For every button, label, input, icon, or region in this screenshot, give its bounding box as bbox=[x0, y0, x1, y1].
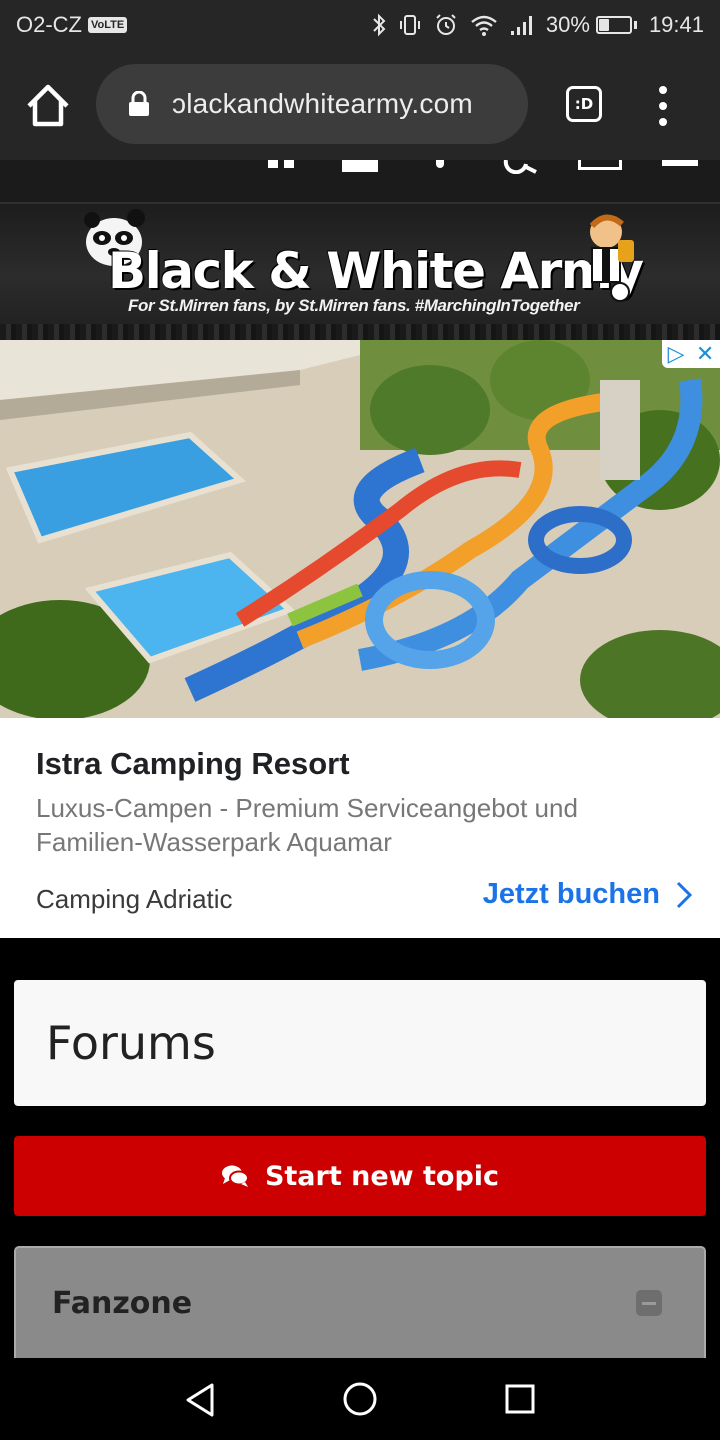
banner-title: Black & White Army bbox=[108, 242, 644, 300]
battery-icon bbox=[595, 16, 632, 34]
advertisement[interactable]: ▷ ✕ Istra Camping Resort Luxus-Campen - P… bbox=[0, 340, 720, 938]
messages-icon[interactable] bbox=[578, 160, 622, 170]
ad-title[interactable]: Istra Camping Resort bbox=[36, 746, 350, 782]
grid-icon[interactable] bbox=[268, 160, 294, 168]
page-title: Forums bbox=[46, 1016, 216, 1070]
ad-cta-button[interactable]: Jetzt buchen bbox=[483, 878, 692, 911]
ad-choices-icon[interactable]: ▷ ✕ bbox=[662, 340, 720, 368]
crowd-strip bbox=[0, 324, 720, 340]
calendar-icon[interactable] bbox=[342, 160, 378, 172]
category-title: Fanzone bbox=[52, 1286, 193, 1321]
ad-waterpark-image[interactable]: ▷ ✕ bbox=[0, 340, 720, 718]
wifi-icon bbox=[471, 15, 497, 36]
menu-icon[interactable] bbox=[650, 86, 676, 126]
carrier-label: O2-CZ bbox=[16, 12, 82, 37]
battery-indicator: 30% bbox=[546, 12, 637, 38]
start-new-topic-button[interactable]: Start new topic bbox=[14, 1136, 706, 1216]
vibrate-icon bbox=[399, 15, 420, 35]
clock: 19:41 bbox=[648, 12, 704, 37]
hamburger-icon[interactable] bbox=[662, 160, 698, 166]
search-icon[interactable] bbox=[502, 160, 540, 174]
status-bar: O2-CZ VoLTE 30% 19:41 bbox=[0, 0, 720, 50]
signal-icon bbox=[510, 16, 532, 35]
site-banner[interactable]: Black & White Army For St.Mirren fans, b… bbox=[0, 204, 720, 324]
lock-icon bbox=[128, 90, 150, 117]
chevron-right-icon bbox=[676, 881, 692, 908]
ad-description: Luxus-Campen - Premium Serviceangebot un… bbox=[36, 793, 578, 857]
info-icon[interactable] bbox=[436, 160, 444, 168]
buddy-mascot-icon bbox=[589, 214, 634, 302]
volte-badge: VoLTE bbox=[88, 17, 128, 33]
banner-tagline: For St.Mirren fans, by St.Mirren fans. #… bbox=[128, 296, 580, 315]
recent-apps-icon[interactable] bbox=[505, 1384, 535, 1414]
back-icon[interactable] bbox=[184, 1382, 216, 1418]
url-text: ɔlackandwhitearmy.com bbox=[172, 88, 473, 119]
collapse-icon[interactable] bbox=[636, 1290, 662, 1316]
comments-icon bbox=[221, 1165, 249, 1187]
browser-toolbar: ɔlackandwhitearmy.com :D bbox=[0, 50, 720, 160]
android-nav-bar bbox=[0, 1358, 720, 1440]
home-icon[interactable] bbox=[24, 82, 72, 128]
battery-percent: 30% bbox=[545, 12, 590, 37]
start-new-topic-label: Start new topic bbox=[264, 1160, 500, 1192]
forums-header: Forums bbox=[14, 980, 706, 1106]
tabs-icon[interactable]: :D bbox=[566, 86, 602, 122]
bluetooth-icon bbox=[373, 13, 386, 37]
ad-advertiser: Camping Adriatic bbox=[36, 884, 233, 914]
address-bar[interactable]: ɔlackandwhitearmy.com bbox=[96, 64, 528, 144]
site-nav-strip bbox=[0, 160, 720, 204]
nav-home-icon[interactable] bbox=[343, 1382, 377, 1416]
ad-cta-label: Jetzt buchen bbox=[482, 878, 660, 910]
alarm-icon bbox=[436, 14, 456, 35]
